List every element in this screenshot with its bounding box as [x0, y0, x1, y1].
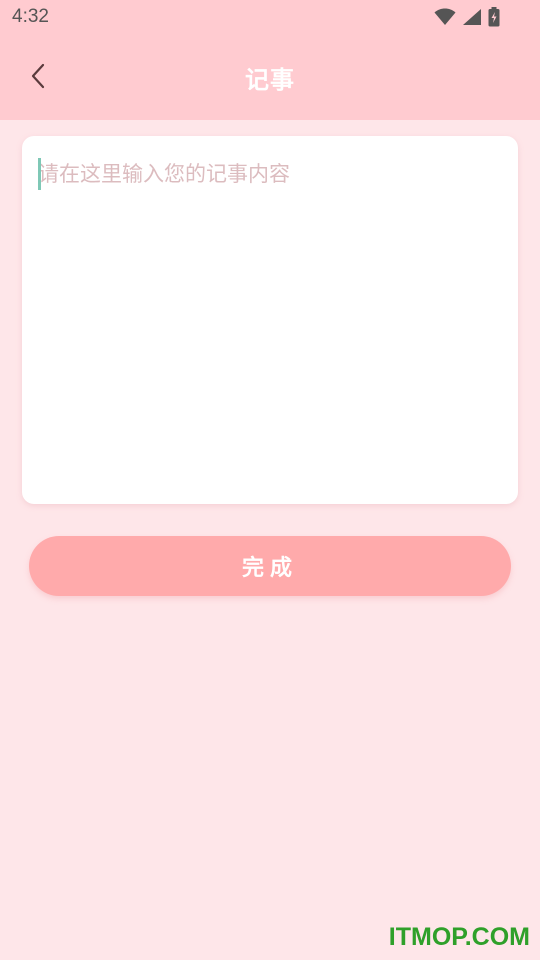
battery-charging-icon — [488, 7, 500, 31]
header-area: 4:32 记事 — [0, 0, 540, 120]
note-editor-card — [22, 136, 518, 504]
watermark-logo: ITMOP.COM — [388, 923, 530, 951]
cellular-signal-icon — [462, 8, 482, 30]
note-content-input[interactable] — [38, 158, 498, 478]
done-button[interactable]: 完成 — [29, 536, 511, 596]
status-icons — [434, 7, 500, 31]
status-time: 4:32 — [12, 6, 49, 27]
text-cursor — [38, 158, 41, 190]
status-bar: 4:32 — [0, 0, 540, 36]
app-bar: 记事 — [0, 36, 540, 120]
wifi-icon — [434, 8, 456, 30]
page-title: 记事 — [245, 66, 295, 94]
